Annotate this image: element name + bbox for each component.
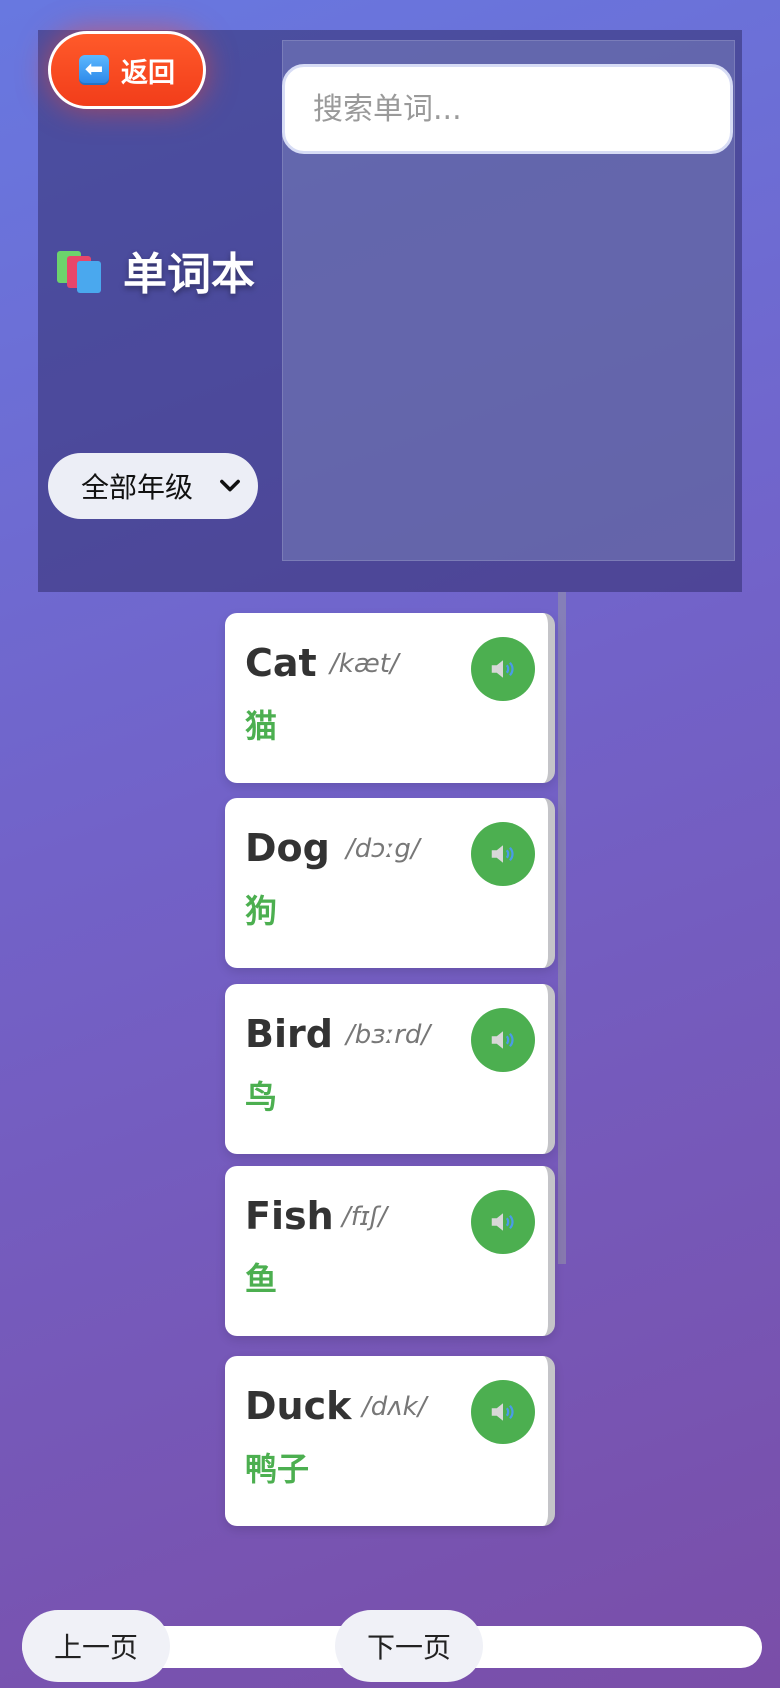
word-card: Cat /kæt/ 猫 [225,613,555,783]
word-meaning: 鸟 [245,1078,278,1116]
speaker-icon [491,1031,514,1049]
word-meaning: 鱼 [245,1260,278,1298]
word-text: Fish [245,1194,334,1238]
word-meaning: 狗 [245,892,278,930]
next-page-button[interactable]: 下一页 [335,1610,483,1682]
next-page-label: 下一页 [366,1631,451,1664]
speaker-button[interactable] [471,1190,535,1254]
word-text: Bird [245,1012,333,1056]
back-button[interactable]: ⬅ 返回 [48,31,206,109]
speaker-button[interactable] [471,822,535,886]
back-button-label: 返回 [121,57,175,89]
grade-select-value: 全部年级 [81,471,194,504]
word-list-scrollbar[interactable] [558,592,566,1264]
speaker-button[interactable] [471,1380,535,1444]
page-title: 单词本 [123,249,255,300]
search-input[interactable] [282,64,733,154]
word-card: Bird /bɜːrd/ 鸟 [225,984,555,1154]
word-meaning: 猫 [245,707,278,745]
speaker-button[interactable] [471,1008,535,1072]
word-text: Cat [245,641,317,685]
word-card: Duck /dʌk/ 鸭子 [225,1356,555,1526]
word-phonetic: /dɔːg/ [346,834,420,864]
word-meaning: 鸭子 [245,1450,310,1488]
chevron-down-icon [220,479,240,492]
books-icon [57,247,103,293]
grade-select[interactable]: 全部年级 [48,453,258,519]
page-title-group: 单词本 [57,238,255,302]
left-arrow-icon: ⬅ [79,55,109,85]
word-card: Fish /fɪʃ/ 鱼 [225,1166,555,1336]
word-phonetic: /bɜːrd/ [346,1020,431,1050]
speaker-button[interactable] [471,637,535,701]
word-phonetic: /dʌk/ [362,1392,427,1422]
speaker-icon [491,845,514,863]
speaker-icon [491,1213,514,1231]
word-card: Dog /dɔːg/ 狗 [225,798,555,968]
word-text: Dog [245,826,330,870]
prev-page-label: 上一页 [53,1631,138,1664]
speaker-icon [491,1403,514,1421]
word-phonetic: /kæt/ [330,649,399,679]
prev-page-button[interactable]: 上一页 [22,1610,170,1682]
word-phonetic: /fɪʃ/ [342,1202,388,1232]
speaker-icon [491,660,514,678]
word-text: Duck [245,1384,352,1428]
